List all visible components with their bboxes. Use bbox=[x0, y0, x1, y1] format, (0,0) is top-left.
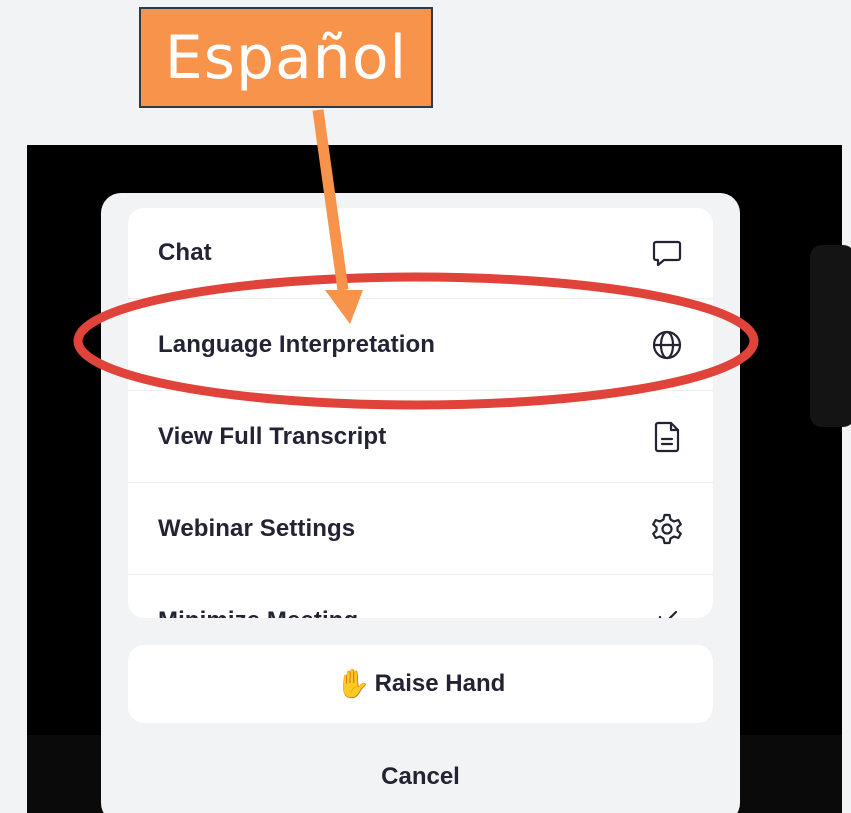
menu-item-language-interpretation[interactable]: Language Interpretation bbox=[128, 299, 713, 391]
cancel-button[interactable]: Cancel bbox=[128, 738, 713, 813]
menu-item-label: View Full Transcript bbox=[158, 422, 387, 450]
menu-item-webinar-settings[interactable]: Webinar Settings bbox=[128, 483, 713, 575]
raised-hand-icon: ✋ bbox=[335, 668, 371, 699]
menu-item-label: Webinar Settings bbox=[158, 514, 356, 542]
menu-item-label: Language Interpretation bbox=[158, 330, 435, 358]
menu-item-view-full-transcript[interactable]: View Full Transcript bbox=[128, 391, 713, 483]
raise-hand-label: Raise Hand bbox=[374, 670, 506, 697]
cancel-label: Cancel bbox=[381, 763, 460, 790]
gear-icon bbox=[649, 511, 685, 547]
menu-item-minimize-meeting[interactable]: Minimize Meeting bbox=[128, 575, 713, 618]
screenshot-page: Chat Language Interpretation View Full T… bbox=[0, 0, 851, 813]
more-options-sheet: Chat Language Interpretation View Full T… bbox=[101, 193, 740, 813]
menu-item-chat[interactable]: Chat bbox=[128, 208, 713, 299]
menu-item-label: Chat bbox=[158, 239, 212, 266]
side-panel bbox=[810, 245, 851, 427]
raise-hand-button[interactable]: ✋ Raise Hand bbox=[128, 645, 713, 723]
globe-icon bbox=[649, 327, 685, 363]
more-menu-list: Chat Language Interpretation View Full T… bbox=[128, 208, 713, 618]
callout-text: Español bbox=[164, 22, 408, 93]
document-icon bbox=[649, 419, 685, 455]
menu-item-label: Minimize Meeting bbox=[158, 607, 358, 619]
minimize-arrow-icon bbox=[649, 603, 685, 618]
language-callout: Español bbox=[139, 7, 433, 108]
chat-bubble-icon bbox=[649, 235, 685, 271]
